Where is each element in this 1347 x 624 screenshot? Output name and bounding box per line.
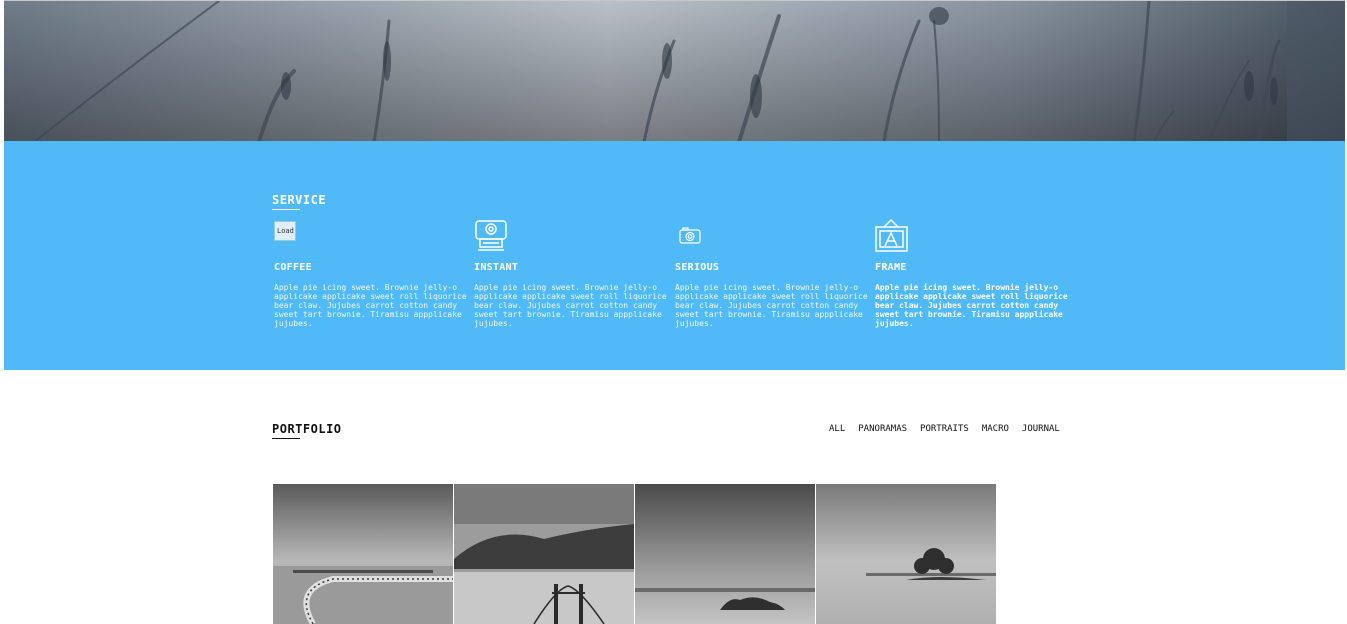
camera-icon bbox=[675, 219, 709, 253]
filter-portraits[interactable]: PORTRAITS bbox=[920, 424, 969, 434]
services-section: SERVICE Load COFFEE Apple pie icing swee… bbox=[4, 141, 1345, 370]
hero-banner-image bbox=[4, 0, 1345, 141]
heading-underline bbox=[272, 438, 300, 439]
service-description: Apple pie icing sweet. Brownie jelly-o a… bbox=[875, 283, 1068, 328]
seascape-rocks-photo[interactable] bbox=[635, 484, 815, 624]
filter-all[interactable]: ALL bbox=[829, 424, 845, 434]
broken-image-icon: Load bbox=[274, 221, 296, 241]
service-name: COFFEE bbox=[274, 262, 312, 273]
framed-picture-icon bbox=[875, 218, 909, 253]
filter-panoramas[interactable]: PANORAMAS bbox=[858, 424, 907, 434]
bridge-photo[interactable] bbox=[454, 484, 634, 624]
filter-journal[interactable]: JOURNAL bbox=[1022, 424, 1060, 434]
island-tree-photo[interactable] bbox=[816, 484, 996, 624]
service-name: FRAME bbox=[875, 262, 907, 273]
service-name: INSTANT bbox=[474, 262, 519, 273]
service-description: Apple pie icing sweet. Brownie jelly-o a… bbox=[675, 283, 868, 328]
filter-macro[interactable]: MACRO bbox=[982, 424, 1009, 434]
portfolio-gallery bbox=[273, 484, 996, 624]
service-description: Apple pie icing sweet. Brownie jelly-o a… bbox=[274, 283, 467, 328]
service-description: Apple pie icing sweet. Brownie jelly-o a… bbox=[474, 283, 667, 328]
service-name: SERIOUS bbox=[675, 262, 720, 273]
services-heading: SERVICE bbox=[272, 193, 326, 210]
polaroid-camera-icon bbox=[474, 219, 508, 253]
pier-photo[interactable] bbox=[273, 484, 453, 624]
portfolio-filter-nav: ALL PANORAMAS PORTRAITS MACRO JOURNAL bbox=[829, 424, 1060, 434]
portfolio-heading: PORTFOLIO bbox=[272, 422, 342, 439]
heading-underline bbox=[272, 209, 300, 210]
